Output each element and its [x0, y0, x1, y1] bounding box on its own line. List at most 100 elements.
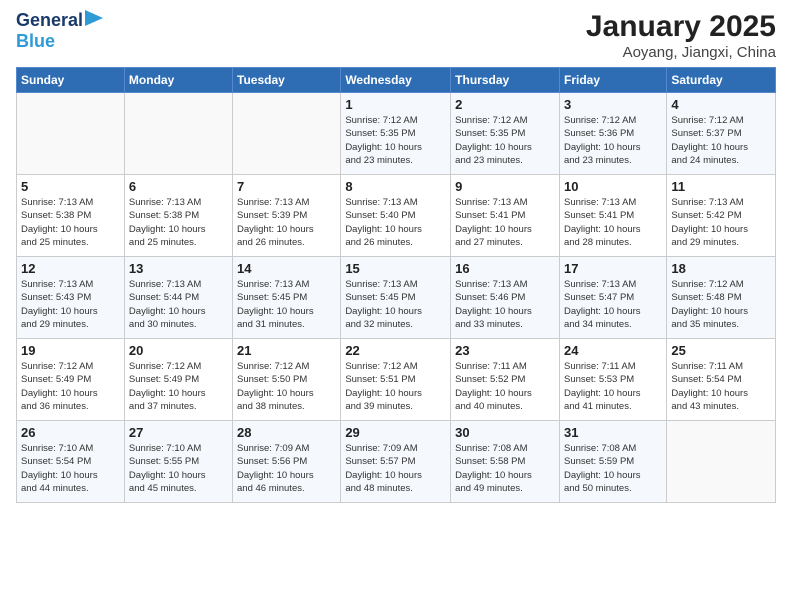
- day-info: Sunrise: 7:13 AM Sunset: 5:41 PM Dayligh…: [564, 196, 662, 249]
- day-info: Sunrise: 7:12 AM Sunset: 5:35 PM Dayligh…: [345, 114, 446, 167]
- weekday-header: Saturday: [667, 68, 776, 93]
- day-number: 24: [564, 343, 662, 358]
- day-info: Sunrise: 7:13 AM Sunset: 5:38 PM Dayligh…: [21, 196, 120, 249]
- calendar-day-cell: 31Sunrise: 7:08 AM Sunset: 5:59 PM Dayli…: [559, 421, 666, 503]
- calendar-table: SundayMondayTuesdayWednesdayThursdayFrid…: [16, 67, 776, 503]
- day-number: 5: [21, 179, 120, 194]
- day-number: 31: [564, 425, 662, 440]
- calendar-day-cell: 12 Sunrise: 7:13 AM Sunset: 5:43 PM Dayli…: [17, 257, 125, 339]
- day-info: Sunrise: 7:11 AM Sunset: 5:52 PM Dayligh…: [455, 360, 555, 413]
- weekday-header: Friday: [559, 68, 666, 93]
- day-number: 11: [671, 179, 771, 194]
- day-number: 12: [21, 261, 120, 276]
- day-info: Sunrise: 7:11 AM Sunset: 5:54 PM Dayligh…: [671, 360, 771, 413]
- day-number: 22: [345, 343, 446, 358]
- weekday-header: Wednesday: [341, 68, 451, 93]
- day-number: 18: [671, 261, 771, 276]
- day-info: Sunrise: 7:10 AM Sunset: 5:55 PM Dayligh…: [129, 442, 228, 495]
- day-info: Sunrise: 7:12 AM Sunset: 5:49 PM Dayligh…: [129, 360, 228, 413]
- day-number: 17: [564, 261, 662, 276]
- day-number: 1: [345, 97, 446, 112]
- calendar-day-cell: 28 Sunrise: 7:09 AM Sunset: 5:56 PM Dayli…: [233, 421, 341, 503]
- logo-arrow-icon: [85, 10, 103, 26]
- title-block: January 2025 Aoyang, Jiangxi, China: [586, 10, 776, 61]
- calendar-day-cell: 22Sunrise: 7:12 AM Sunset: 5:51 PM Dayli…: [341, 339, 451, 421]
- calendar-day-cell: 25 Sunrise: 7:11 AM Sunset: 5:54 PM Dayli…: [667, 339, 776, 421]
- day-info: Sunrise: 7:12 AM Sunset: 5:35 PM Dayligh…: [455, 114, 555, 167]
- day-info: Sunrise: 7:12 AM Sunset: 5:37 PM Dayligh…: [671, 114, 771, 167]
- day-number: 26: [21, 425, 120, 440]
- day-number: 3: [564, 97, 662, 112]
- calendar-day-cell: 27 Sunrise: 7:10 AM Sunset: 5:55 PM Dayli…: [124, 421, 232, 503]
- calendar-day-cell: 15 Sunrise: 7:13 AM Sunset: 5:45 PM Dayli…: [341, 257, 451, 339]
- calendar-day-cell: 2Sunrise: 7:12 AM Sunset: 5:35 PM Daylig…: [451, 93, 560, 175]
- day-info: Sunrise: 7:13 AM Sunset: 5:43 PM Dayligh…: [21, 278, 120, 331]
- header: General Blue January 2025 Aoyang, Jiangx…: [16, 10, 776, 61]
- day-info: Sunrise: 7:12 AM Sunset: 5:36 PM Dayligh…: [564, 114, 662, 167]
- calendar-day-cell: 7 Sunrise: 7:13 AM Sunset: 5:39 PM Daylig…: [233, 175, 341, 257]
- day-number: 30: [455, 425, 555, 440]
- calendar-day-cell: 26Sunrise: 7:10 AM Sunset: 5:54 PM Dayli…: [17, 421, 125, 503]
- day-number: 13: [129, 261, 228, 276]
- day-info: Sunrise: 7:13 AM Sunset: 5:47 PM Dayligh…: [564, 278, 662, 331]
- day-number: 20: [129, 343, 228, 358]
- calendar-day-cell: 10 Sunrise: 7:13 AM Sunset: 5:41 PM Dayli…: [559, 175, 666, 257]
- page-container: General Blue January 2025 Aoyang, Jiangx…: [0, 0, 792, 513]
- day-info: Sunrise: 7:13 AM Sunset: 5:39 PM Dayligh…: [237, 196, 336, 249]
- calendar-day-cell: 23 Sunrise: 7:11 AM Sunset: 5:52 PM Dayli…: [451, 339, 560, 421]
- weekday-header: Monday: [124, 68, 232, 93]
- day-info: Sunrise: 7:09 AM Sunset: 5:57 PM Dayligh…: [345, 442, 446, 495]
- calendar-day-cell: 1 Sunrise: 7:12 AM Sunset: 5:35 PM Daylig…: [341, 93, 451, 175]
- day-info: Sunrise: 7:13 AM Sunset: 5:46 PM Dayligh…: [455, 278, 555, 331]
- calendar-header-row: SundayMondayTuesdayWednesdayThursdayFrid…: [17, 68, 776, 93]
- calendar-week-row: 19 Sunrise: 7:12 AM Sunset: 5:49 PM Dayli…: [17, 339, 776, 421]
- calendar-day-cell: 5 Sunrise: 7:13 AM Sunset: 5:38 PM Daylig…: [17, 175, 125, 257]
- logo: General Blue: [16, 10, 103, 52]
- calendar-week-row: 1 Sunrise: 7:12 AM Sunset: 5:35 PM Daylig…: [17, 93, 776, 175]
- day-info: Sunrise: 7:13 AM Sunset: 5:45 PM Dayligh…: [345, 278, 446, 331]
- calendar-day-cell: [667, 421, 776, 503]
- calendar-day-cell: 24 Sunrise: 7:11 AM Sunset: 5:53 PM Dayli…: [559, 339, 666, 421]
- calendar-day-cell: 17 Sunrise: 7:13 AM Sunset: 5:47 PM Dayli…: [559, 257, 666, 339]
- day-info: Sunrise: 7:13 AM Sunset: 5:44 PM Dayligh…: [129, 278, 228, 331]
- weekday-header: Thursday: [451, 68, 560, 93]
- calendar-day-cell: [17, 93, 125, 175]
- day-number: 9: [455, 179, 555, 194]
- day-info: Sunrise: 7:12 AM Sunset: 5:50 PM Dayligh…: [237, 360, 336, 413]
- calendar-day-cell: 9 Sunrise: 7:13 AM Sunset: 5:41 PM Daylig…: [451, 175, 560, 257]
- day-number: 23: [455, 343, 555, 358]
- calendar-week-row: 5 Sunrise: 7:13 AM Sunset: 5:38 PM Daylig…: [17, 175, 776, 257]
- day-info: Sunrise: 7:13 AM Sunset: 5:41 PM Dayligh…: [455, 196, 555, 249]
- logo-general: General: [16, 10, 83, 31]
- day-number: 14: [237, 261, 336, 276]
- weekday-header: Tuesday: [233, 68, 341, 93]
- day-number: 21: [237, 343, 336, 358]
- logo-blue: Blue: [16, 31, 55, 52]
- day-number: 19: [21, 343, 120, 358]
- calendar-day-cell: 13 Sunrise: 7:13 AM Sunset: 5:44 PM Dayli…: [124, 257, 232, 339]
- calendar-day-cell: 18 Sunrise: 7:12 AM Sunset: 5:48 PM Dayli…: [667, 257, 776, 339]
- day-number: 28: [237, 425, 336, 440]
- day-info: Sunrise: 7:13 AM Sunset: 5:45 PM Dayligh…: [237, 278, 336, 331]
- day-number: 27: [129, 425, 228, 440]
- day-number: 29: [345, 425, 446, 440]
- calendar-day-cell: 11 Sunrise: 7:13 AM Sunset: 5:42 PM Dayli…: [667, 175, 776, 257]
- day-info: Sunrise: 7:13 AM Sunset: 5:42 PM Dayligh…: [671, 196, 771, 249]
- day-number: 25: [671, 343, 771, 358]
- day-number: 15: [345, 261, 446, 276]
- calendar-day-cell: 14 Sunrise: 7:13 AM Sunset: 5:45 PM Dayli…: [233, 257, 341, 339]
- day-info: Sunrise: 7:13 AM Sunset: 5:38 PM Dayligh…: [129, 196, 228, 249]
- weekday-header: Sunday: [17, 68, 125, 93]
- calendar-day-cell: 30Sunrise: 7:08 AM Sunset: 5:58 PM Dayli…: [451, 421, 560, 503]
- day-info: Sunrise: 7:11 AM Sunset: 5:53 PM Dayligh…: [564, 360, 662, 413]
- calendar-week-row: 12 Sunrise: 7:13 AM Sunset: 5:43 PM Dayli…: [17, 257, 776, 339]
- calendar-day-cell: 19Sunrise: 7:12 AM Sunset: 5:49 PM Dayli…: [17, 339, 125, 421]
- day-number: 10: [564, 179, 662, 194]
- day-number: 7: [237, 179, 336, 194]
- day-info: Sunrise: 7:09 AM Sunset: 5:56 PM Dayligh…: [237, 442, 336, 495]
- calendar-day-cell: 21 Sunrise: 7:12 AM Sunset: 5:50 PM Dayli…: [233, 339, 341, 421]
- calendar-week-row: 26Sunrise: 7:10 AM Sunset: 5:54 PM Dayli…: [17, 421, 776, 503]
- day-info: Sunrise: 7:12 AM Sunset: 5:48 PM Dayligh…: [671, 278, 771, 331]
- day-number: 4: [671, 97, 771, 112]
- calendar-day-cell: 20 Sunrise: 7:12 AM Sunset: 5:49 PM Dayli…: [124, 339, 232, 421]
